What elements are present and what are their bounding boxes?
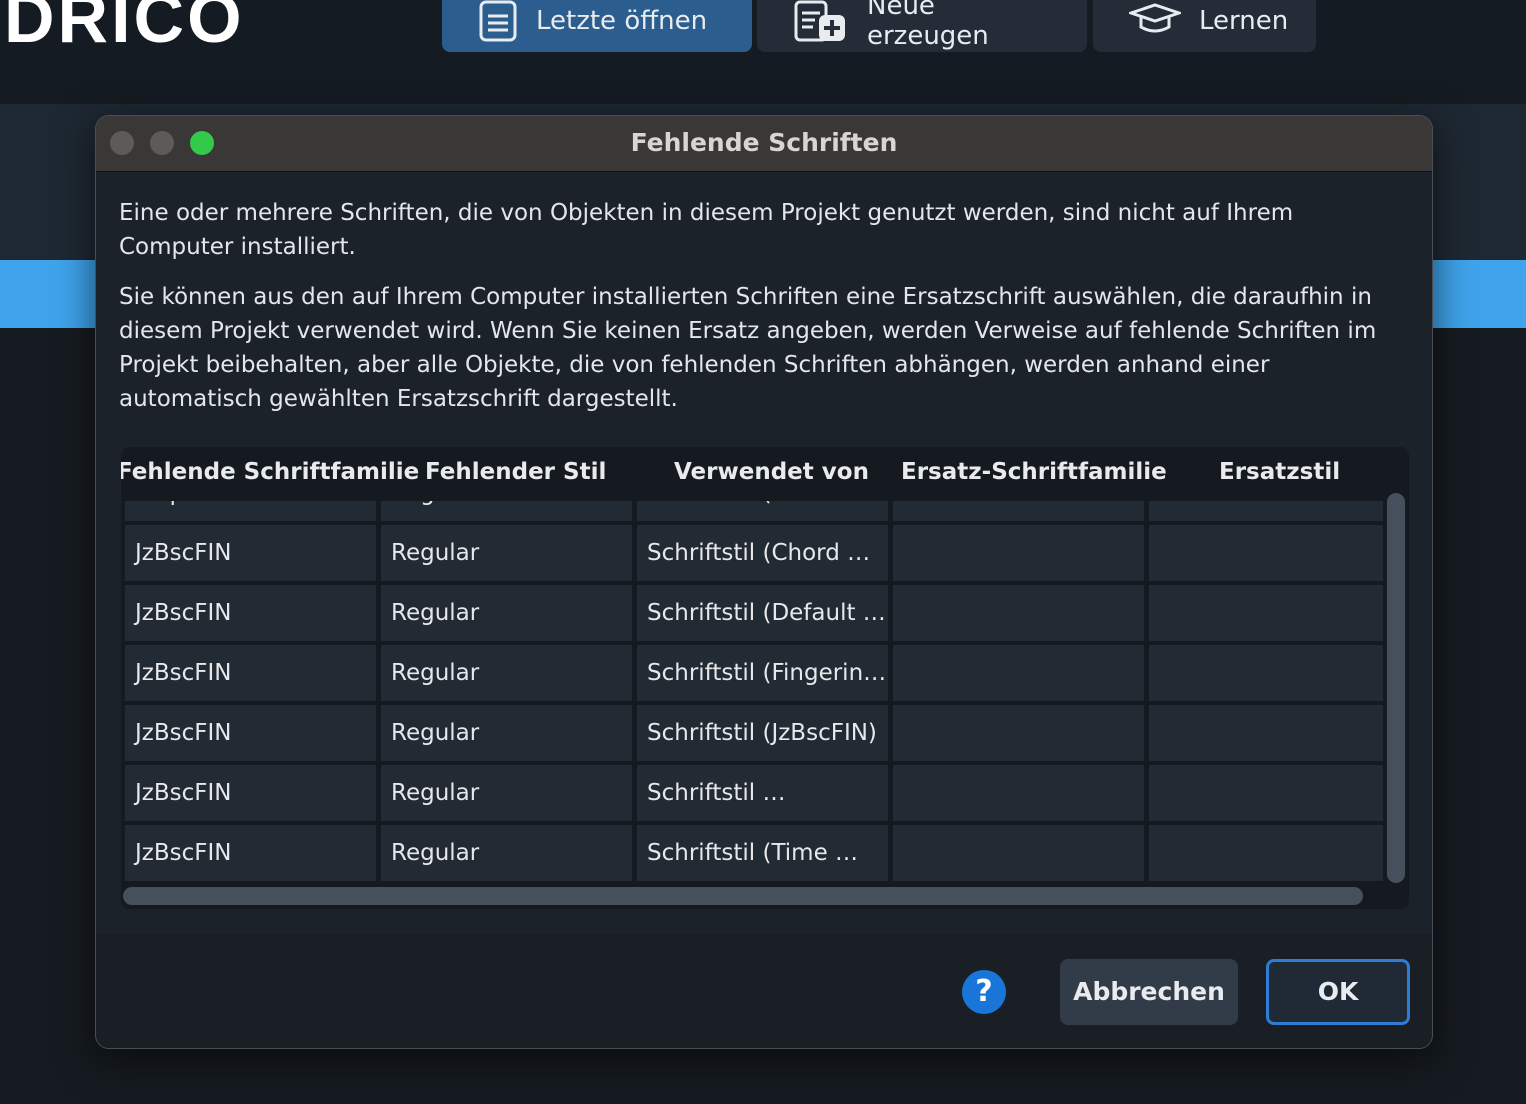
vertical-scrollbar[interactable] bbox=[1387, 493, 1405, 883]
cell-replacement-style[interactable] bbox=[1149, 825, 1383, 881]
cell-used-by: Schriftstil (Chord … bbox=[637, 525, 888, 581]
cell-missing-family: JzBscFIN bbox=[125, 525, 376, 581]
column-header-replacement-style[interactable]: Ersatzstil bbox=[1219, 459, 1340, 485]
document-list-icon bbox=[479, 0, 517, 42]
cell-missing-style: Regular bbox=[381, 525, 632, 581]
cell-used-by: Schriftstil … bbox=[637, 765, 888, 821]
recent-open-label: Letzte öffnen bbox=[536, 6, 708, 36]
recent-open-button[interactable]: Letzte öffnen bbox=[442, 0, 752, 52]
dialog-message-1: Eine oder mehrere Schriften, die von Obj… bbox=[119, 200, 1294, 260]
cell-replacement-style[interactable] bbox=[1149, 525, 1383, 581]
cell-replacement-style[interactable] bbox=[1149, 585, 1383, 641]
cell-used-by: Schriftstil (JzBscFIN) bbox=[637, 705, 888, 761]
cell-missing-style: Regular bbox=[381, 585, 632, 641]
cell-missing-family: JzBscFIN bbox=[125, 645, 376, 701]
ok-button[interactable]: OK bbox=[1266, 959, 1410, 1025]
graduation-cap-icon bbox=[1129, 3, 1181, 33]
cell-missing-style: Regular bbox=[381, 765, 632, 821]
missing-fonts-table: Inkpen2 Chords Std Regular Schriftstil (… bbox=[121, 447, 1409, 909]
horizontal-scrollbar[interactable] bbox=[123, 887, 1363, 905]
table-row[interactable]: JzBscFIN Regular Schriftstil (Default … bbox=[121, 585, 1383, 641]
table-body[interactable]: Inkpen2 Chords Std Regular Schriftstil (… bbox=[121, 447, 1383, 885]
cell-missing-family: JzBscFIN bbox=[125, 585, 376, 641]
table-row[interactable]: JzBscFIN Regular Schriftstil (JzBscFIN) bbox=[121, 705, 1383, 761]
create-new-button[interactable]: Neue erzeugen bbox=[757, 0, 1087, 52]
cell-replacement-family[interactable] bbox=[893, 645, 1144, 701]
column-header-missing-style[interactable]: Fehlender Stil bbox=[425, 459, 606, 485]
cell-replacement-family[interactable] bbox=[893, 765, 1144, 821]
cell-replacement-family[interactable] bbox=[893, 525, 1144, 581]
app-header: DRICO Letzte öffnen Neue erzeugen Lernen bbox=[0, 0, 1526, 104]
cell-missing-style: Regular bbox=[381, 705, 632, 761]
cell-used-by: Schriftstil (Fingerin… bbox=[637, 645, 888, 701]
cell-missing-family: JzBscFIN bbox=[125, 825, 376, 881]
dialog-titlebar: Fehlende Schriften bbox=[96, 116, 1432, 172]
create-new-label: Neue erzeugen bbox=[867, 0, 989, 51]
cell-replacement-family[interactable] bbox=[893, 585, 1144, 641]
dialog-title: Fehlende Schriften bbox=[630, 128, 898, 157]
cell-missing-style: Regular bbox=[381, 645, 632, 701]
column-header-replacement-family[interactable]: Ersatz-Schriftfamilie bbox=[901, 459, 1167, 485]
cell-missing-style: Regular bbox=[381, 825, 632, 881]
learn-label: Lernen bbox=[1199, 6, 1289, 36]
cell-used-by: Schriftstil (Default … bbox=[637, 585, 888, 641]
cell-replacement-family[interactable] bbox=[893, 825, 1144, 881]
cancel-button[interactable]: Abbrechen bbox=[1060, 959, 1238, 1025]
table-row[interactable]: JzBscFIN Regular Schriftstil (Fingerin… bbox=[121, 645, 1383, 701]
cell-replacement-style[interactable] bbox=[1149, 705, 1383, 761]
learn-button[interactable]: Lernen bbox=[1093, 0, 1316, 52]
cell-used-by: Schriftstil (Time … bbox=[637, 825, 888, 881]
cell-replacement-style[interactable] bbox=[1149, 645, 1383, 701]
cell-replacement-family[interactable] bbox=[893, 705, 1144, 761]
column-header-used-by[interactable]: Verwendet von bbox=[674, 459, 869, 485]
app-logo: DRICO bbox=[4, 0, 245, 57]
table-row[interactable]: JzBscFIN Regular Schriftstil (Time … bbox=[121, 825, 1383, 881]
cell-replacement-style[interactable] bbox=[1149, 765, 1383, 821]
missing-fonts-dialog: Fehlende Schriften Eine oder mehrere Sch… bbox=[95, 115, 1433, 1049]
dialog-message-2: Sie können aus den auf Ihrem Computer in… bbox=[119, 284, 1377, 412]
column-header-missing-family[interactable]: Fehlende Schriftfamilie bbox=[121, 459, 419, 485]
table-header: Fehlende Schriftfamilie Fehlender Stil V… bbox=[121, 447, 1383, 501]
new-document-icon bbox=[794, 0, 845, 42]
cell-missing-family: JzBscFIN bbox=[125, 705, 376, 761]
cell-missing-family: JzBscFIN bbox=[125, 765, 376, 821]
help-button[interactable]: ? bbox=[962, 970, 1006, 1014]
table-row[interactable]: JzBscFIN Regular Schriftstil (Chord … bbox=[121, 525, 1383, 581]
table-row[interactable]: JzBscFIN Regular Schriftstil … bbox=[121, 765, 1383, 821]
